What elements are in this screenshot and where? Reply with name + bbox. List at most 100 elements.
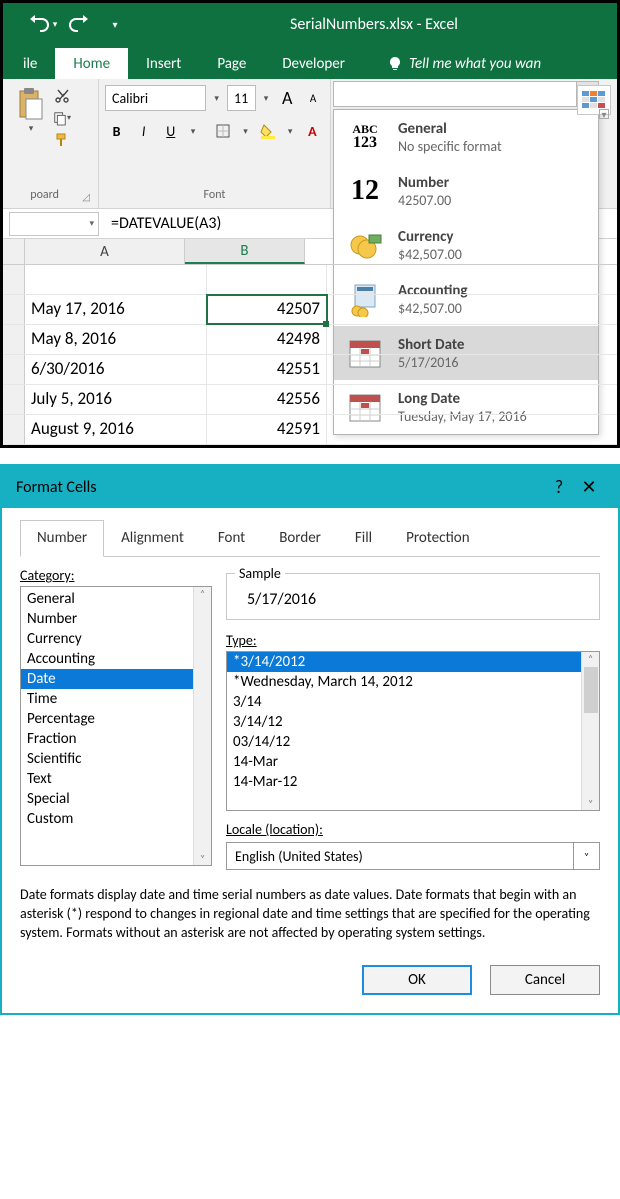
paste-icon	[16, 87, 46, 123]
locale-label: Locale (location):	[226, 821, 600, 838]
tab-insert[interactable]: Insert	[128, 48, 199, 79]
category-listbox[interactable]: GeneralNumberCurrencyAccountingDateTimeP…	[20, 586, 212, 866]
number-format-item-number[interactable]: 12Number42507.00	[334, 164, 598, 218]
dialog-title: Format Cells	[16, 478, 97, 497]
format-painter-button[interactable]	[53, 131, 71, 149]
row-header[interactable]	[3, 295, 25, 324]
number-format-selector[interactable]	[333, 81, 577, 107]
category-item[interactable]: Currency	[21, 629, 211, 649]
locale-dropdown[interactable]: ˅	[574, 842, 600, 870]
category-item[interactable]: Time	[21, 689, 211, 709]
font-name-selector[interactable]: Calibri	[105, 85, 206, 111]
cell[interactable]: May 8, 2016	[25, 325, 207, 354]
format-cells-dialog: Format Cells ? ✕ NumberAlignmentFontBord…	[0, 464, 620, 1015]
format-icon: 12	[344, 170, 386, 212]
format-icon: ABC123	[344, 116, 386, 158]
bold-button[interactable]: B	[105, 119, 128, 143]
category-item[interactable]: Fraction	[21, 729, 211, 749]
dialog-tab-border[interactable]: Border	[262, 520, 338, 556]
type-item[interactable]: *Wednesday, March 14, 2012	[227, 672, 599, 692]
row-header[interactable]	[3, 415, 25, 444]
help-button[interactable]: ?	[544, 476, 574, 498]
scrollbar[interactable]: ˄˅	[581, 652, 599, 810]
close-button[interactable]: ✕	[574, 476, 604, 498]
cell[interactable]: 42551	[207, 355, 327, 384]
cell[interactable]: May 17, 2016	[25, 295, 207, 324]
type-label: Type:	[226, 632, 600, 649]
styles-launcher[interactable]: ▾	[599, 109, 609, 119]
grow-font-button[interactable]: A	[276, 86, 298, 110]
category-item[interactable]: Special	[21, 789, 211, 809]
row-header[interactable]	[3, 265, 25, 294]
category-item[interactable]: General	[21, 589, 211, 609]
type-item[interactable]: 3/14	[227, 692, 599, 712]
type-item[interactable]: *3/14/2012	[227, 652, 599, 672]
category-item[interactable]: Date	[21, 669, 211, 689]
number-format-group: ▾ ABC123GeneralNo specific format12Numbe…	[333, 81, 599, 107]
type-item[interactable]: 03/14/12	[227, 732, 599, 752]
tell-me[interactable]: Tell me what you wan	[369, 48, 559, 79]
number-format-item-general[interactable]: ABC123GeneralNo specific format	[334, 110, 598, 164]
dialog-tabs: NumberAlignmentFontBorderFillProtection	[20, 520, 600, 557]
clipboard-group: ▾ ▾ poard ◿	[3, 79, 99, 208]
cancel-button[interactable]: Cancel	[490, 965, 600, 995]
type-item[interactable]: 14-Mar-12	[227, 772, 599, 792]
cell[interactable]: 42556	[207, 385, 327, 414]
tab-file[interactable]: ile	[19, 48, 55, 79]
cell[interactable]: August 9, 2016	[25, 415, 207, 444]
dialog-tab-fill[interactable]: Fill	[338, 520, 389, 556]
paste-button[interactable]: ▾	[9, 83, 53, 186]
dialog-title-bar[interactable]: Format Cells ? ✕	[2, 466, 618, 508]
cell[interactable]	[25, 265, 207, 294]
cell[interactable]: 42591	[207, 415, 327, 444]
cell[interactable]: 42507	[207, 295, 327, 324]
name-box[interactable]: ▾	[9, 212, 99, 236]
font-size-selector[interactable]: 11	[227, 85, 256, 111]
qat-customize[interactable]: ▾	[99, 10, 131, 38]
type-listbox[interactable]: *3/14/2012*Wednesday, March 14, 20123/14…	[226, 651, 600, 811]
category-item[interactable]: Number	[21, 609, 211, 629]
tab-developer[interactable]: Developer	[264, 48, 363, 79]
borders-button[interactable]	[212, 119, 235, 143]
table-row: August 9, 201642591	[3, 415, 617, 445]
column-header-b[interactable]: B	[185, 239, 305, 264]
ok-button[interactable]: OK	[362, 965, 472, 995]
category-item[interactable]: Text	[21, 769, 211, 789]
scrollbar[interactable]: ˄˅	[193, 587, 211, 865]
cut-button[interactable]	[53, 87, 71, 105]
clipboard-launcher[interactable]: ◿	[80, 190, 92, 203]
dialog-tab-number[interactable]: Number	[20, 520, 104, 557]
italic-button[interactable]: I	[132, 119, 155, 143]
fill-handle[interactable]	[323, 321, 329, 327]
category-item[interactable]: Custom	[21, 809, 211, 829]
redo-button[interactable]	[63, 10, 95, 38]
category-item[interactable]: Accounting	[21, 649, 211, 669]
column-header-a[interactable]: A	[25, 239, 185, 264]
dialog-tab-font[interactable]: Font	[201, 520, 262, 556]
type-item[interactable]: 14-Mar	[227, 752, 599, 772]
dialog-tab-protection[interactable]: Protection	[389, 520, 486, 556]
fill-color-button[interactable]	[256, 119, 279, 143]
row-header[interactable]	[3, 385, 25, 414]
tab-home[interactable]: Home	[55, 48, 128, 79]
cell[interactable]	[207, 265, 327, 294]
font-color-button[interactable]: A	[301, 119, 324, 143]
shrink-font-button[interactable]: A	[302, 86, 324, 110]
dialog-tab-alignment[interactable]: Alignment	[104, 520, 201, 556]
category-item[interactable]: Percentage	[21, 709, 211, 729]
cell[interactable]: 6/30/2016	[25, 355, 207, 384]
table-row: May 17, 201642507	[3, 295, 617, 325]
sample-label: Sample	[235, 565, 285, 582]
select-all[interactable]	[3, 239, 25, 264]
row-header[interactable]	[3, 325, 25, 354]
copy-button[interactable]: ▾	[53, 109, 71, 127]
row-header[interactable]	[3, 355, 25, 384]
locale-selector[interactable]: English (United States)	[226, 842, 574, 870]
cell[interactable]: 42498	[207, 325, 327, 354]
underline-button[interactable]: U	[159, 119, 182, 143]
tab-page[interactable]: Page	[199, 48, 264, 79]
category-item[interactable]: Scientific	[21, 749, 211, 769]
cell[interactable]: July 5, 2016	[25, 385, 207, 414]
type-item[interactable]: 3/14/12	[227, 712, 599, 732]
undo-button[interactable]: ▾	[27, 10, 59, 38]
